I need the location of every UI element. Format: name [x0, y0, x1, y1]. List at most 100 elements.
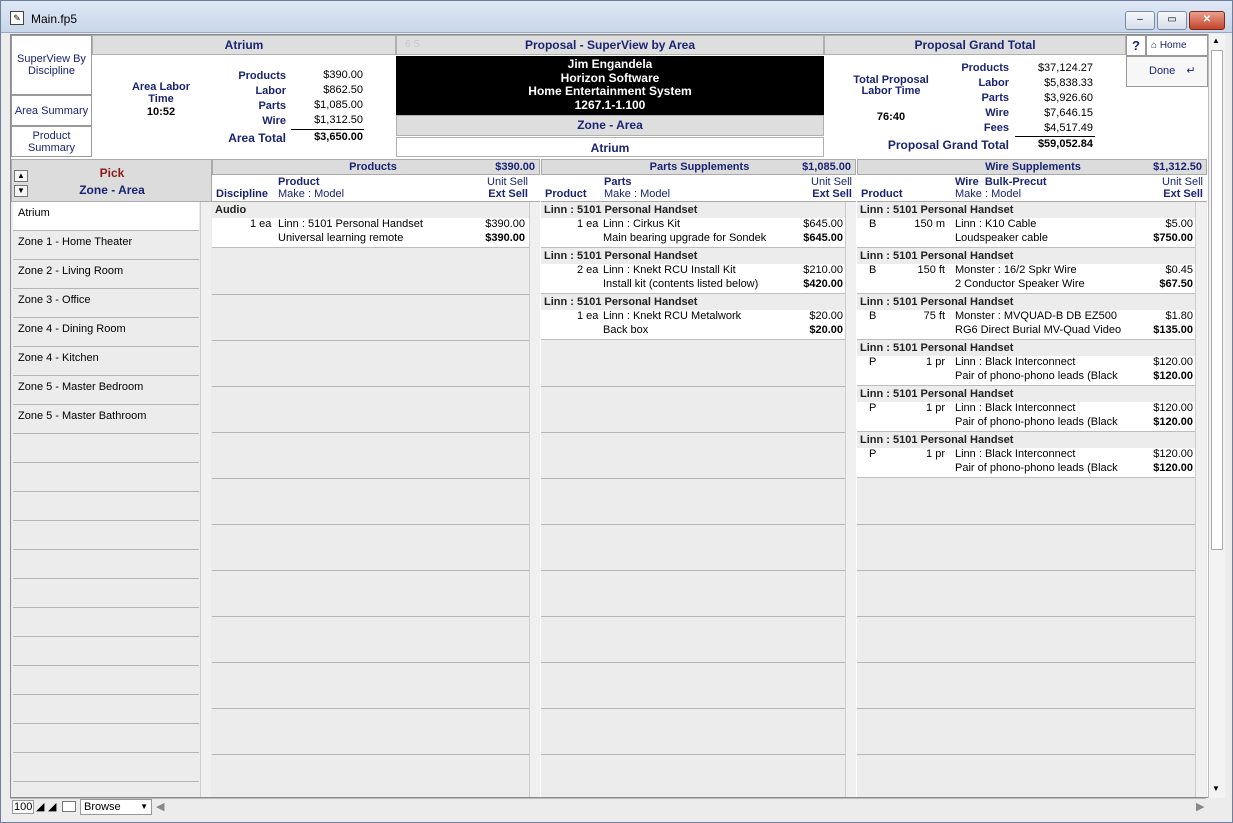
area-total-value: $3,650.00	[314, 131, 363, 143]
zone-list-item[interactable]: Zone 4 - Dining Room	[13, 318, 199, 347]
zoom-in-icon[interactable]: ◢	[48, 800, 56, 813]
wire-row[interactable]: Linn : 5101 Personal Handset B 75 ft Mon…	[857, 294, 1195, 340]
area-total-label: Area Total	[228, 131, 286, 145]
parts-make-model-label: Make : Model	[604, 188, 671, 200]
parts-group-head: Linn : 5101 Personal Handset	[541, 248, 845, 264]
wire-group-head: Linn : 5101 Personal Handset	[857, 248, 1195, 264]
parts-scrollbar[interactable]	[845, 202, 856, 797]
zone-list-item[interactable]: Zone 4 - Kitchen	[13, 347, 199, 376]
zone-list-scrollbar[interactable]	[200, 202, 211, 797]
zone-list-item[interactable]: Zone 5 - Master Bathroom	[13, 405, 199, 434]
grand-wire-label: Wire	[985, 107, 1009, 119]
discipline-column-label: Discipline	[216, 188, 268, 200]
empty-zone-row	[13, 579, 199, 608]
wire-make-model-label: Make : Model	[955, 188, 1022, 200]
parts-unit-sell-label: Unit Sell	[811, 176, 852, 188]
grand-total-rule	[1015, 136, 1095, 137]
home-button[interactable]: ⌂ Home	[1146, 35, 1208, 56]
area-labor-time: 10:52	[146, 106, 176, 118]
parts-row[interactable]: Linn : 5101 Personal Handset 1 ea Linn :…	[541, 294, 845, 340]
close-button[interactable]: ✕	[1189, 11, 1225, 30]
parts-row[interactable]: Linn : 5101 Personal Handset 1 ea Linn :…	[541, 202, 845, 248]
wire-row[interactable]: Linn : 5101 Personal Handset P 1 pr Linn…	[857, 386, 1195, 432]
status-area-toggle-icon[interactable]	[62, 801, 76, 812]
wire-description: 2 Conductor Speaker Wire	[955, 278, 1085, 290]
scroll-up-arrow-icon[interactable]: ▲	[14, 170, 28, 182]
products-grid: Audio 1 ea Linn : 5101 Personal Handset …	[212, 202, 540, 797]
scroll-right-icon[interactable]: ▶	[1196, 800, 1204, 813]
products-scrollbar[interactable]	[529, 202, 540, 797]
help-button[interactable]: ?	[1126, 35, 1146, 56]
wire-group-head: Linn : 5101 Personal Handset	[857, 386, 1195, 402]
row-divider	[212, 432, 529, 433]
wire-row[interactable]: Linn : 5101 Personal Handset P 1 pr Linn…	[857, 340, 1195, 386]
grand-labor-label: Total Proposal Labor Time	[853, 74, 929, 97]
products-header: Products $390.00	[212, 159, 540, 175]
zone-list-item[interactable]: Zone 1 - Home Theater	[13, 231, 199, 260]
zone-area-value: Atrium	[396, 137, 824, 157]
zoom-level[interactable]: 100	[12, 800, 35, 814]
product-name: Linn : 5101 Personal Handset	[278, 218, 423, 230]
scroll-down-icon[interactable]: ▼	[1212, 784, 1220, 793]
wire-scrollbar[interactable]	[1195, 202, 1206, 797]
wire-ext-sell: $750.00	[1153, 232, 1193, 244]
wire-ext-sell: $120.00	[1153, 370, 1193, 382]
product-row[interactable]: Audio 1 ea Linn : 5101 Personal Handset …	[212, 202, 529, 248]
done-button[interactable]: Done ↵	[1126, 56, 1208, 87]
zone-list-item[interactable]: Zone 5 - Master Bedroom	[13, 376, 199, 405]
row-divider	[857, 754, 1195, 755]
wire-qty: 1 pr	[926, 448, 945, 460]
product-summary-button[interactable]: Product Summary	[11, 126, 92, 157]
minimize-button[interactable]: –	[1125, 11, 1155, 30]
wire-type: B	[869, 310, 877, 322]
products-subheader: Discipline Product Make : Model Unit Sel…	[212, 175, 540, 202]
zoom-out-icon[interactable]: ◢	[36, 800, 44, 813]
done-label: Done	[1149, 65, 1176, 77]
zone-list-item[interactable]: Atrium	[13, 202, 199, 231]
zone-list-item[interactable]: Zone 2 - Living Room	[13, 260, 199, 289]
wire-description: Pair of phono-phono leads (Black	[955, 416, 1118, 428]
parts-row[interactable]: Linn : 5101 Personal Handset 2 ea Linn :…	[541, 248, 845, 294]
scroll-left-icon[interactable]: ◀	[156, 800, 164, 813]
wire-row[interactable]: Linn : 5101 Personal Handset B 150 m Lin…	[857, 202, 1195, 248]
parts-qty: 1 ea	[577, 310, 599, 322]
grand-parts-value: $3,926.60	[1044, 92, 1093, 104]
grand-parts-label: Parts	[981, 92, 1009, 104]
superview-by-discipline-button[interactable]: SuperView By Discipline	[11, 35, 92, 95]
empty-zone-row	[13, 666, 199, 695]
client-system: Home Entertainment System	[528, 84, 692, 98]
empty-zone-row	[13, 753, 199, 782]
home-icon: ⌂	[1151, 40, 1158, 51]
row-divider	[857, 616, 1195, 617]
wire-qty: 150 m	[914, 218, 945, 230]
make-model-label: Make : Model	[278, 188, 345, 200]
scroll-down-arrow-icon[interactable]: ▼	[14, 185, 28, 197]
products-total: $390.00	[495, 161, 535, 173]
area-name-header: Atrium	[92, 35, 396, 55]
grand-wire-value: $7,646.15	[1044, 107, 1093, 119]
parts-description: Install kit (contents listed below)	[603, 278, 759, 290]
scroll-up-icon[interactable]: ▲	[1212, 36, 1220, 45]
window-vertical-scrollbar[interactable]: ▲ ▼	[1208, 34, 1225, 798]
wire-row[interactable]: Linn : 5101 Personal Handset B 150 ft Mo…	[857, 248, 1195, 294]
row-divider	[212, 754, 529, 755]
parts-product-column-label: Product	[545, 188, 587, 200]
wire-unit-sell: $120.00	[1153, 356, 1193, 368]
wire-row[interactable]: Linn : 5101 Personal Handset P 1 pr Linn…	[857, 432, 1195, 478]
scroll-thumb[interactable]	[1211, 50, 1223, 550]
row-divider	[212, 386, 529, 387]
row-divider	[212, 340, 529, 341]
zone-list-item[interactable]: Zone 3 - Office	[13, 289, 199, 318]
wire-type: P	[869, 448, 877, 460]
maximize-button[interactable]: ▭	[1157, 11, 1187, 30]
client-company: Horizon Software	[560, 70, 660, 85]
wire-unit-sell: $120.00	[1153, 402, 1193, 414]
row-divider	[212, 662, 529, 663]
mode-select[interactable]: Browse ▼	[80, 799, 152, 815]
area-summary-button[interactable]: Area Summary	[11, 95, 92, 126]
parts-column-label: Parts	[604, 176, 632, 188]
area-labor-value: $862.50	[323, 84, 363, 96]
parts-description: Back box	[603, 324, 649, 336]
proposal-title-text: Proposal - SuperView by Area	[524, 38, 696, 52]
wire-ext-sell: $120.00	[1153, 416, 1193, 428]
